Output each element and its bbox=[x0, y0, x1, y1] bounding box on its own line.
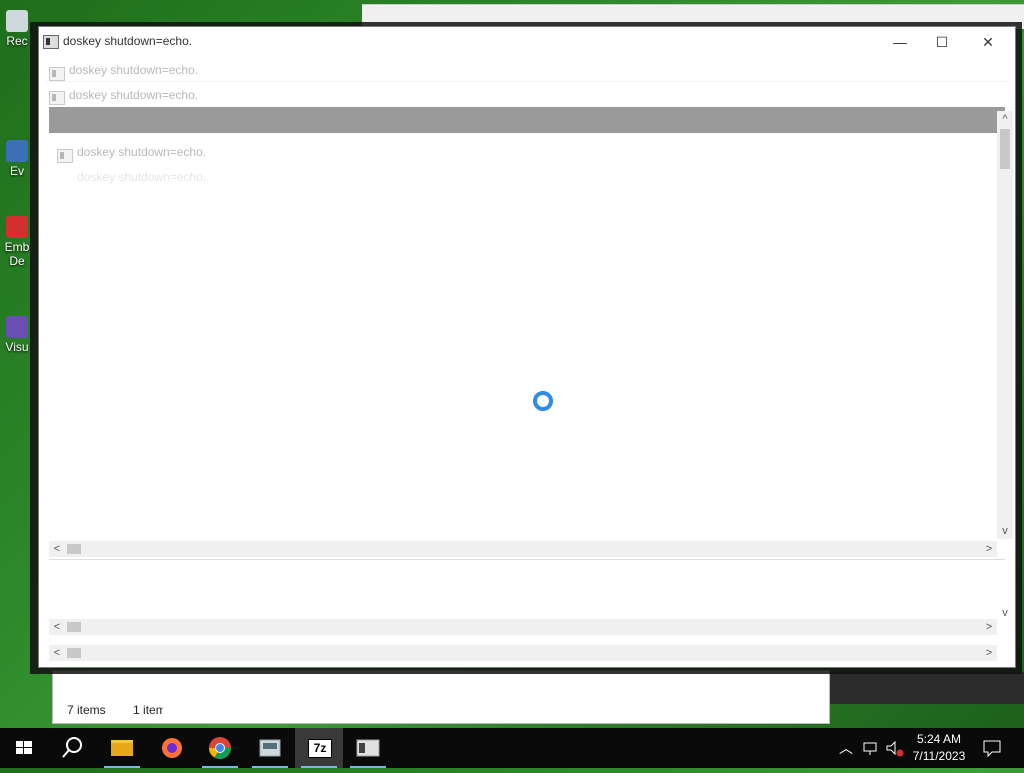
shortcut-icon bbox=[6, 316, 28, 338]
desktop-icon-label: Rec bbox=[6, 34, 28, 48]
scroll-left-arrow[interactable]: < bbox=[49, 541, 65, 557]
close-button[interactable]: ✕ bbox=[973, 31, 1003, 53]
windows-logo-icon bbox=[16, 741, 32, 754]
console-icon bbox=[49, 91, 65, 105]
ghost-window-title: doskey shutdown=echo. bbox=[69, 88, 199, 102]
scroll-left-arrow[interactable]: < bbox=[49, 619, 65, 635]
recycle-bin-icon bbox=[6, 10, 28, 32]
ghost-title-bar: doskey shutdown=echo. bbox=[53, 141, 1003, 163]
scroll-up-arrow[interactable]: ^ bbox=[997, 111, 1013, 127]
ghost-title-bar: doskey shutdown=echo. bbox=[45, 83, 1007, 107]
desktop-icon-label: De bbox=[9, 254, 25, 268]
maximize-button[interactable]: ☐ bbox=[927, 31, 957, 53]
ghost-window-title: doskey shutdown=echo. bbox=[77, 170, 207, 184]
taskbar-firefox[interactable] bbox=[148, 728, 196, 768]
clock-date[interactable]: 7/11/2023 bbox=[908, 749, 970, 763]
console-content-area bbox=[49, 559, 1005, 622]
ghost-window-title: doskey shutdown=echo. bbox=[69, 63, 199, 77]
taskbar: 7z ︿ 5:24 AM 7/11/2023 bbox=[0, 728, 1024, 768]
console-title-band bbox=[49, 107, 1005, 133]
scroll-right-arrow[interactable]: > bbox=[981, 645, 997, 661]
desktop-icon-label: Emb bbox=[4, 240, 30, 254]
minimize-button[interactable]: — bbox=[885, 31, 915, 53]
items-count: 7 items bbox=[67, 703, 106, 717]
ghost-title-bar: doskey shutdown=echo. bbox=[53, 167, 1003, 187]
desktop-icon-label: Visu bbox=[5, 340, 29, 354]
ghost-window-title: doskey shutdown=echo. bbox=[77, 145, 207, 159]
ghost-title-bar: doskey shutdown=echo. bbox=[45, 59, 1007, 82]
scroll-down-arrow[interactable]: v bbox=[997, 605, 1013, 621]
desktop-icon-label: Ev bbox=[9, 164, 24, 178]
network-icon[interactable] bbox=[862, 740, 880, 756]
console-icon bbox=[57, 149, 73, 163]
notifications-icon[interactable] bbox=[982, 738, 1002, 758]
taskbar-file-explorer[interactable] bbox=[98, 728, 146, 768]
scroll-thumb[interactable] bbox=[1000, 129, 1010, 169]
vertical-scrollbar[interactable]: ^ v bbox=[997, 111, 1013, 539]
window-title: doskey shutdown=echo. bbox=[63, 34, 193, 48]
background-white-panel bbox=[163, 676, 828, 722]
clock-time[interactable]: 5:24 AM bbox=[908, 732, 970, 746]
taskbar-7zip[interactable]: 7z bbox=[295, 728, 343, 768]
vertical-scrollbar[interactable]: v bbox=[997, 567, 1013, 621]
search-button[interactable] bbox=[48, 728, 96, 768]
shortcut-icon bbox=[6, 140, 28, 162]
scroll-left-arrow[interactable]: < bbox=[49, 645, 65, 661]
scroll-right-arrow[interactable]: > bbox=[981, 541, 997, 557]
console-icon bbox=[49, 67, 65, 81]
firefox-icon bbox=[162, 738, 182, 758]
search-icon bbox=[62, 737, 82, 758]
7zip-icon: 7z bbox=[308, 739, 332, 758]
console-window-main: doskey shutdown=echo. — ☐ ✕ doskey shutd… bbox=[38, 26, 1016, 668]
horizontal-scrollbar[interactable]: < > bbox=[49, 541, 997, 557]
console-icon bbox=[43, 35, 59, 49]
scroll-thumb[interactable] bbox=[67, 622, 81, 632]
show-hidden-icons-chevron-icon[interactable]: ︿ bbox=[838, 738, 854, 758]
scroll-thumb[interactable] bbox=[67, 544, 81, 554]
taskbar-console[interactable] bbox=[344, 728, 392, 768]
title-bar[interactable]: doskey shutdown=echo. — ☐ ✕ bbox=[39, 27, 1015, 57]
app-icon bbox=[259, 739, 281, 757]
horizontal-scrollbar[interactable]: < > bbox=[49, 619, 997, 635]
desktop-icon-recycle-bin[interactable]: Rec bbox=[0, 10, 34, 48]
start-button[interactable] bbox=[0, 728, 48, 768]
desktop-icon-visu[interactable]: Visu bbox=[0, 316, 34, 354]
volume-muted-icon[interactable] bbox=[885, 740, 905, 758]
scroll-down-arrow[interactable]: v bbox=[997, 523, 1013, 539]
loading-spinner-icon bbox=[533, 391, 553, 411]
desktop-icon-emb[interactable]: Emb De bbox=[0, 216, 34, 268]
console-icon bbox=[356, 739, 380, 757]
scroll-thumb[interactable] bbox=[67, 648, 81, 658]
desktop-icon-ev[interactable]: Ev bbox=[0, 140, 34, 178]
taskbar-chrome[interactable] bbox=[196, 728, 244, 768]
horizontal-scrollbar[interactable]: < > bbox=[49, 645, 997, 661]
shortcut-icon bbox=[6, 216, 28, 238]
taskbar-app[interactable] bbox=[246, 728, 294, 768]
folder-icon bbox=[111, 740, 133, 756]
chrome-icon bbox=[209, 737, 231, 759]
scroll-right-arrow[interactable]: > bbox=[981, 619, 997, 635]
